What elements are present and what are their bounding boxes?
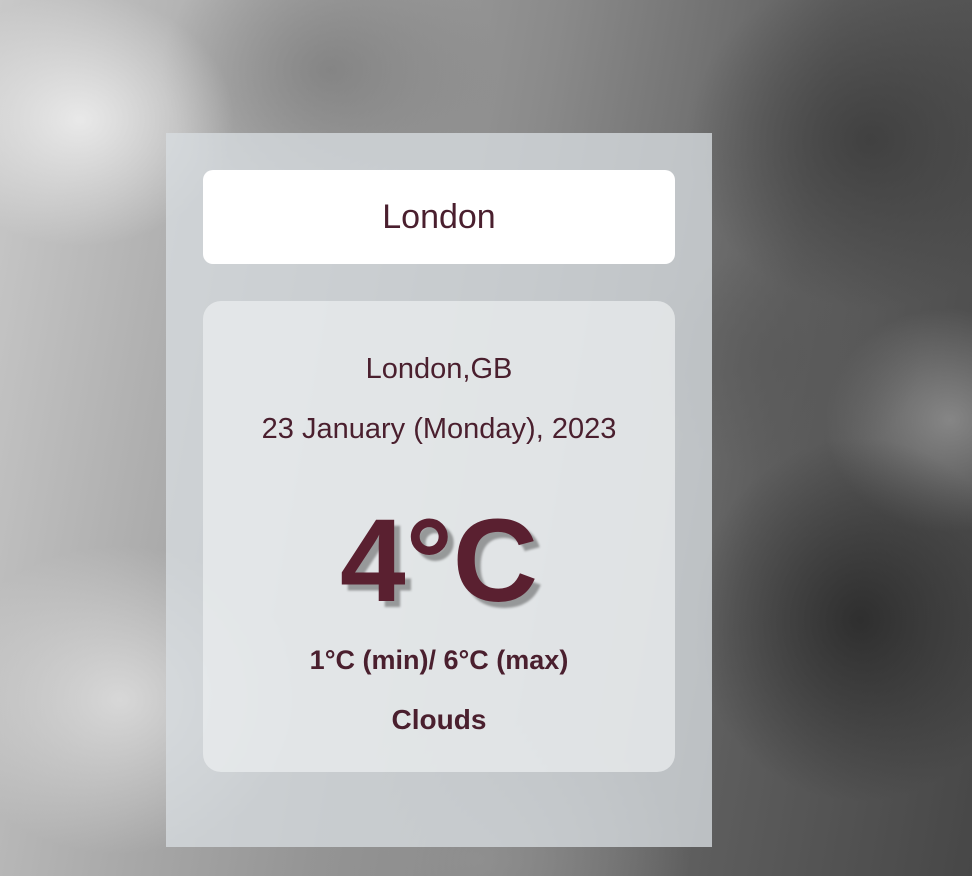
weather-card: London,GB 23 January (Monday), 2023 4°C …	[203, 301, 675, 772]
weather-condition: Clouds	[391, 704, 487, 735]
current-temperature: 4°C	[339, 495, 539, 627]
city-search-input[interactable]	[203, 170, 675, 264]
date-label: 23 January (Monday), 2023	[261, 413, 617, 445]
min-max-temperature: 1°C (min)/ 6°C (max)	[309, 645, 569, 675]
location-label: London,GB	[365, 353, 513, 385]
weather-panel: London,GB 23 January (Monday), 2023 4°C …	[166, 133, 712, 847]
